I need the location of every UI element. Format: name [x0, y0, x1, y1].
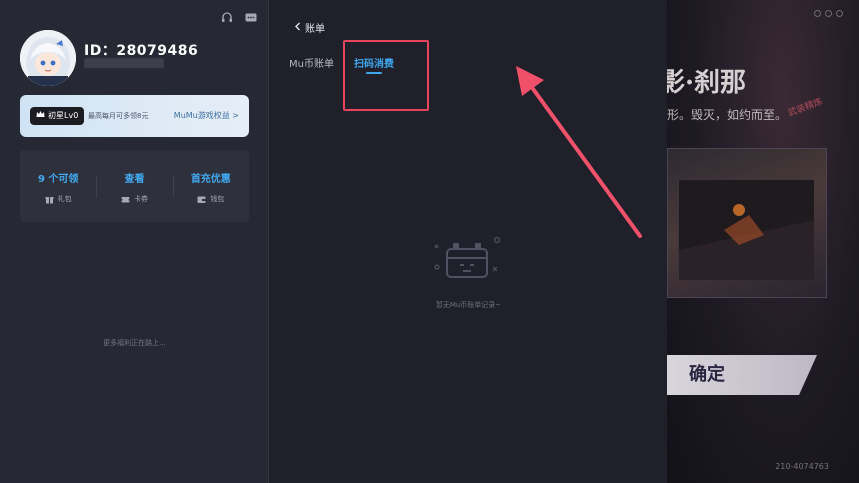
wallet-icon [197, 195, 206, 204]
app-window: ID：28079486 初星Lv0 最高每月可多领8元 MuMu游戏权益 > 9… [0, 0, 859, 483]
user-id: ID：28079486 [84, 43, 199, 59]
benefit-stats: 9 个可领 礼包 查看 卡券 首充优惠 钱包 [20, 150, 249, 222]
annotation-highlight-box [343, 40, 429, 111]
message-icon[interactable] [244, 10, 258, 24]
back-button[interactable]: 账单 [294, 20, 325, 35]
build-code: 210-4074763 [775, 462, 829, 471]
user-panel: ID：28079486 初星Lv0 最高每月可多领8元 MuMu游戏权益 > 9… [0, 0, 269, 483]
stat-coupon[interactable]: 查看 卡券 [96, 150, 172, 222]
vip-benefits-link[interactable]: MuMu游戏权益 > [174, 110, 239, 121]
headset-icon[interactable] [220, 10, 234, 24]
game-art-image [678, 179, 814, 280]
window-dots [814, 10, 843, 17]
user-nickname-blurred [84, 58, 164, 68]
game-tag: 武装精炼 [786, 97, 825, 119]
tab-mu-coin-bill[interactable]: Mu币账单 [289, 55, 334, 70]
vip-description: 最高每月可多领8元 [88, 112, 149, 120]
stat-value: 查看 [124, 174, 145, 185]
game-art-frame [667, 148, 827, 298]
top-icons [220, 10, 258, 24]
stat-wallet[interactable]: 首充优惠 钱包 [172, 150, 249, 222]
empty-state-text: 暂无Mu币账单记录~ [435, 301, 502, 309]
avatar[interactable] [20, 30, 76, 86]
empty-box-icon [427, 231, 507, 291]
confirm-button[interactable]: 确定 [667, 355, 817, 395]
chevron-left-icon [294, 22, 301, 34]
bill-panel: 账单 Mu币账单 扫码消费 暂无Mu币账单记录~ [270, 0, 667, 483]
stat-value: 首充优惠 [190, 174, 231, 185]
page-title: 账单 [305, 24, 325, 35]
gift-icon [45, 195, 54, 204]
game-title: 影·刹那 [667, 68, 747, 98]
vip-level-badge: 初星Lv0 [30, 107, 85, 125]
crown-icon [36, 107, 45, 125]
stat-value: 9 个可领 [37, 174, 79, 185]
coming-soon-text: 更多福利正在路上... [103, 339, 166, 347]
stat-label: 礼包 [57, 195, 72, 203]
coupon-icon [120, 195, 131, 204]
vip-level-label: 初星Lv0 [48, 111, 79, 120]
stat-gift[interactable]: 9 个可领 礼包 [20, 150, 96, 222]
vip-card[interactable]: 初星Lv0 最高每月可多领8元 MuMu游戏权益 > [20, 95, 249, 137]
stat-label: 卡券 [133, 195, 148, 203]
game-background: 影·刹那 形。毁灭，如约而至。 武装精炼 确定 210-4074763 [667, 0, 859, 483]
stat-label: 钱包 [210, 195, 225, 203]
game-subtitle: 形。毁灭，如约而至。 [667, 108, 788, 122]
